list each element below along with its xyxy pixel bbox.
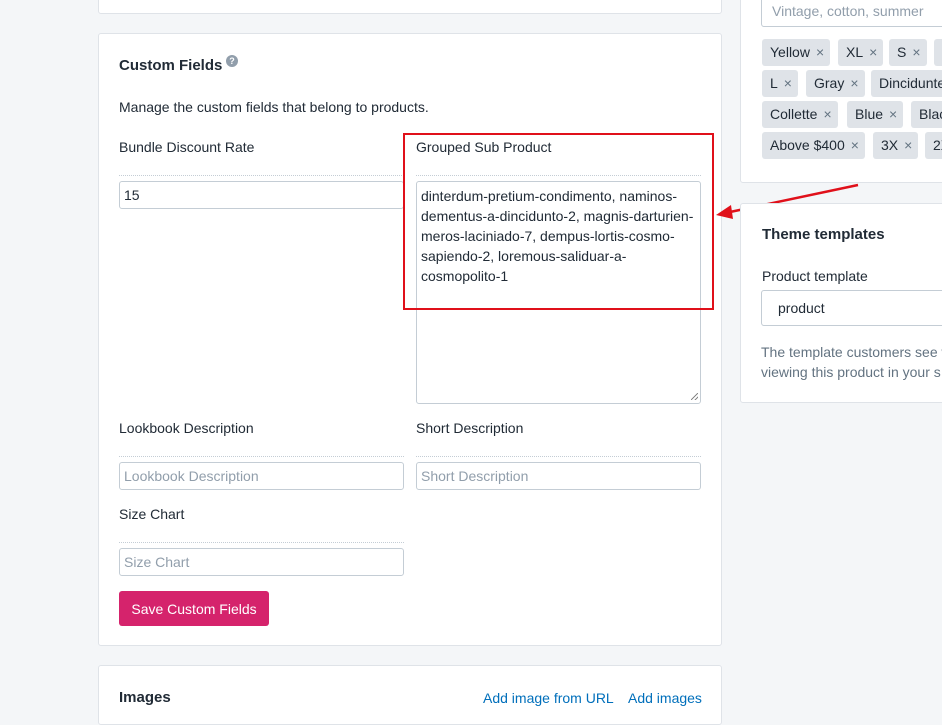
product-template-select[interactable]: product bbox=[761, 290, 942, 326]
tag-label: XL bbox=[846, 44, 864, 60]
tag-3x: 3X × bbox=[873, 132, 919, 159]
save-custom-fields-button[interactable]: Save Custom Fields bbox=[119, 591, 269, 626]
remove-tag-icon[interactable]: × bbox=[889, 106, 897, 122]
add-images-link[interactable]: Add images bbox=[628, 690, 702, 706]
tags-input[interactable] bbox=[761, 0, 942, 27]
custom-fields-description: Manage the custom fields that belong to … bbox=[119, 99, 429, 115]
remove-tag-icon[interactable]: × bbox=[823, 106, 831, 122]
divider bbox=[119, 456, 404, 457]
tag-l: L × bbox=[762, 70, 798, 97]
bundle-discount-label: Bundle Discount Rate bbox=[119, 139, 255, 155]
divider bbox=[119, 175, 404, 176]
tag-label: S bbox=[897, 44, 907, 60]
tag-label: 2X bbox=[933, 137, 942, 153]
theme-help-text-line1: The template customers see w bbox=[761, 344, 942, 360]
tag-collette: Collette × bbox=[762, 101, 838, 128]
remove-tag-icon[interactable]: × bbox=[904, 137, 912, 153]
size-chart-label: Size Chart bbox=[119, 506, 185, 522]
tag-label: Dincidunte bbox=[879, 75, 942, 91]
remove-tag-icon[interactable]: × bbox=[784, 75, 792, 91]
tag-2x: 2X bbox=[925, 132, 942, 159]
product-template-label: Product template bbox=[762, 268, 868, 284]
tag-label: 3X bbox=[881, 137, 899, 153]
tag-above-400: Above $400 × bbox=[762, 132, 865, 159]
tag-label: L bbox=[770, 75, 778, 91]
remove-tag-icon[interactable]: × bbox=[850, 75, 858, 91]
previous-section-card bbox=[98, 0, 722, 14]
remove-tag-icon[interactable]: × bbox=[816, 44, 824, 60]
theme-help-text-line2: viewing this product in your s bbox=[761, 364, 941, 380]
help-icon[interactable]: ? bbox=[226, 55, 238, 67]
annotation-highlight-box bbox=[403, 133, 714, 310]
short-description-input[interactable] bbox=[416, 462, 701, 490]
tag-black: Black bbox=[911, 101, 942, 128]
divider bbox=[416, 456, 701, 457]
tag-label: Yellow bbox=[770, 44, 810, 60]
tag-s: S × bbox=[889, 39, 927, 66]
tag-label: Black bbox=[919, 106, 942, 122]
remove-tag-icon[interactable]: × bbox=[851, 137, 859, 153]
tag-xl: XL × bbox=[838, 39, 884, 66]
tag-gray: Gray × bbox=[806, 70, 865, 97]
size-chart-input[interactable] bbox=[119, 548, 404, 576]
tag-yellow: Yellow × bbox=[762, 39, 831, 66]
resize-grip-icon[interactable] bbox=[691, 393, 698, 400]
tag-blue: Blue × bbox=[847, 101, 904, 128]
lookbook-description-label: Lookbook Description bbox=[119, 420, 254, 436]
tag-label: Blue bbox=[855, 106, 884, 122]
tag-dincidunte: Dincidunte bbox=[871, 70, 942, 97]
remove-tag-icon[interactable]: × bbox=[912, 44, 920, 60]
add-image-from-url-link[interactable]: Add image from URL bbox=[483, 690, 614, 706]
remove-tag-icon[interactable]: × bbox=[869, 44, 877, 60]
lookbook-description-input[interactable] bbox=[119, 462, 404, 490]
short-description-label: Short Description bbox=[416, 420, 524, 436]
divider bbox=[119, 542, 404, 543]
tag-label: Above $400 bbox=[770, 137, 845, 153]
tag-label: Gray bbox=[814, 75, 845, 91]
theme-templates-title: Theme templates bbox=[762, 226, 885, 243]
tag-label: Collette bbox=[770, 106, 818, 122]
bundle-discount-input[interactable] bbox=[119, 181, 404, 209]
custom-fields-title: Custom Fields bbox=[119, 57, 223, 74]
tag-partial bbox=[934, 39, 942, 66]
